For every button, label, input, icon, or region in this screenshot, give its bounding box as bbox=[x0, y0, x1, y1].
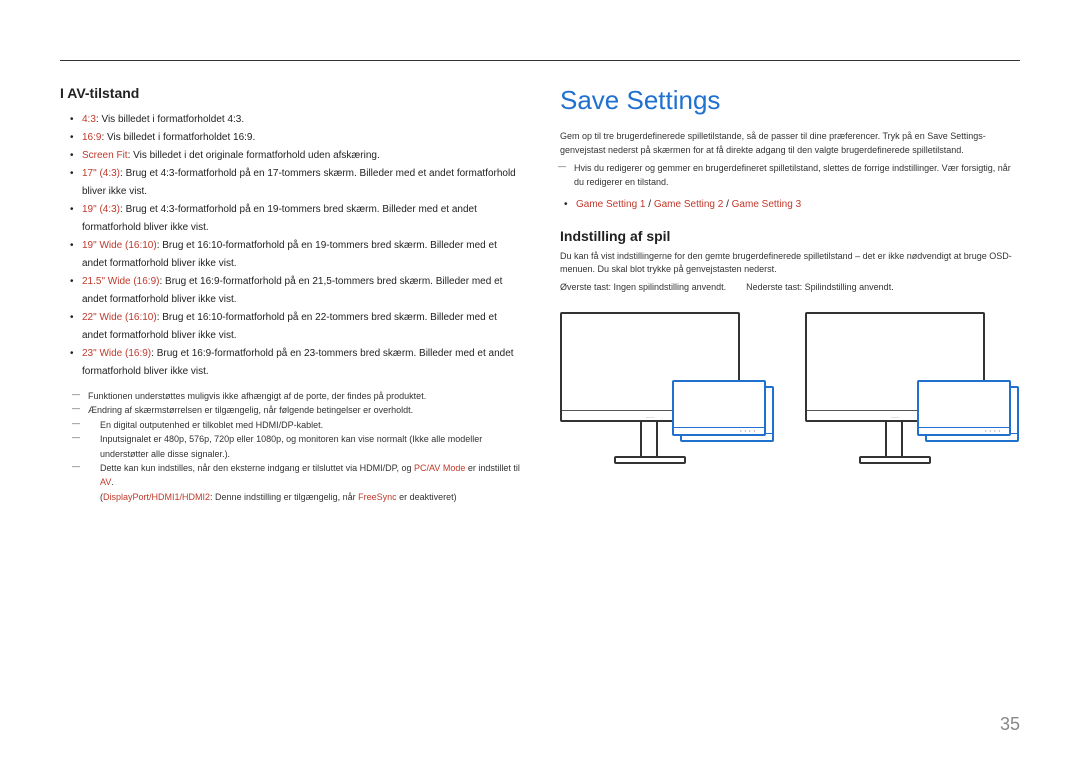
monitor-stand-neck bbox=[640, 422, 658, 458]
monitor-illustration: ——• • • • • • • • bbox=[805, 312, 1020, 482]
inline-option: PC/AV Mode bbox=[414, 463, 465, 473]
note: (DisplayPort/HDMI1/HDMI2: Denne indstill… bbox=[78, 490, 520, 504]
note: Inputsignalet er 480p, 576p, 720p eller … bbox=[78, 432, 520, 461]
left-heading: I AV-tilstand bbox=[60, 85, 520, 101]
list-item: 4:3: Vis billedet i formatforholdet 4:3. bbox=[70, 111, 520, 129]
body-sub: Nederste tast: Spilindstilling anvendt. bbox=[746, 282, 894, 292]
option-label: 21.5" Wide (16:9) bbox=[82, 276, 159, 287]
note-text: er deaktiveret) bbox=[397, 492, 457, 502]
option-label: 4:3 bbox=[82, 114, 96, 125]
option-label: Screen Fit bbox=[82, 150, 128, 161]
list-item: Screen Fit: Vis billedet i det originale… bbox=[70, 147, 520, 165]
option-label: 22" Wide (16:10) bbox=[82, 312, 157, 323]
list-item: 17" (4:3): Brug et 4:3-formatforhold på … bbox=[70, 165, 520, 201]
note-text: Dette kan kun indstilles, når den ekster… bbox=[100, 463, 414, 473]
page-number: 35 bbox=[1000, 714, 1020, 735]
inline-option: FreeSync bbox=[358, 492, 397, 502]
list-item: 21.5" Wide (16:9): Brug et 16:9-formatfo… bbox=[70, 273, 520, 309]
list-item: 19" Wide (16:10): Brug et 16:10-formatfo… bbox=[70, 237, 520, 273]
note: Ændring af skærmstørrelsen er tilgængeli… bbox=[78, 403, 520, 417]
inline-option: AV bbox=[100, 477, 111, 487]
settings-list: Game Setting 1 / Game Setting 2 / Game S… bbox=[560, 196, 1020, 214]
option-label: 19" Wide (16:10) bbox=[82, 240, 157, 251]
list-item: 19" (4:3): Brug et 4:3-formatforhold på … bbox=[70, 201, 520, 237]
monitor-stand-base bbox=[859, 456, 931, 464]
body-text: Øverste tast: Ingen spilindstilling anve… bbox=[560, 281, 1020, 295]
monitor-stand-neck bbox=[885, 422, 903, 458]
body-sub: Øverste tast: Ingen spilindstilling anve… bbox=[560, 282, 726, 292]
right-column: Save Settings Gem op til tre brugerdefin… bbox=[560, 85, 1020, 504]
option-label: Game Setting 2 bbox=[654, 199, 723, 210]
aspect-list: 4:3: Vis billedet i formatforholdet 4:3.… bbox=[60, 111, 520, 381]
intro-note: Hvis du redigerer og gemmer en brugerdef… bbox=[564, 161, 1020, 190]
option-desc: : Vis billedet i formatforholdet 16:9. bbox=[101, 132, 255, 143]
option-label: 17" (4:3) bbox=[82, 168, 120, 179]
note-text: . bbox=[111, 477, 114, 487]
columns: I AV-tilstand 4:3: Vis billedet i format… bbox=[60, 85, 1020, 504]
option-label: Game Setting 1 bbox=[576, 199, 645, 210]
notes-block: Funktionen understøttes muligvis ikke af… bbox=[60, 389, 520, 504]
option-desc: : Brug et 4:3-formatforhold på en 17-tom… bbox=[82, 168, 516, 197]
button-dots: • • • • bbox=[985, 428, 1001, 433]
option-label: 19" (4:3) bbox=[82, 204, 120, 215]
option-desc: : Brug et 4:3-formatforhold på en 19-tom… bbox=[82, 204, 477, 233]
note-text: er indstillet til bbox=[465, 463, 520, 473]
monitor-overlay-front: • • • • bbox=[917, 380, 1011, 436]
top-rule bbox=[60, 60, 1020, 61]
left-column: I AV-tilstand 4:3: Vis billedet i format… bbox=[60, 85, 520, 504]
note: Funktionen understøttes muligvis ikke af… bbox=[78, 389, 520, 403]
option-label: 23" Wide (16:9) bbox=[82, 348, 151, 359]
separator: / bbox=[645, 199, 653, 210]
settings-line: Game Setting 1 / Game Setting 2 / Game S… bbox=[564, 196, 1020, 214]
monitor-illustration: ——• • • • • • • • bbox=[560, 312, 775, 482]
sub-heading: Indstilling af spil bbox=[560, 228, 1020, 244]
note: En digital outputenhed er tilkoblet med … bbox=[78, 418, 520, 432]
brand-mark: —— bbox=[646, 414, 654, 419]
page-title: Save Settings bbox=[560, 85, 1020, 116]
option-desc: : Vis billedet i formatforholdet 4:3. bbox=[96, 114, 244, 125]
list-item: 16:9: Vis billedet i formatforholdet 16:… bbox=[70, 129, 520, 147]
option-label: Game Setting 3 bbox=[732, 199, 801, 210]
overlay-bezel: • • • • bbox=[919, 427, 1009, 434]
option-label: 16:9 bbox=[82, 132, 101, 143]
list-item: 22" Wide (16:10): Brug et 16:10-formatfo… bbox=[70, 309, 520, 345]
inline-option: DisplayPort/HDMI1/HDMI2 bbox=[103, 492, 210, 502]
list-item: 23" Wide (16:9): Brug et 16:9-formatforh… bbox=[70, 345, 520, 381]
brand-mark: —— bbox=[891, 414, 899, 419]
button-dots: • • • • bbox=[740, 428, 756, 433]
monitor-overlay-front: • • • • bbox=[672, 380, 766, 436]
option-desc: : Vis billedet i det originale formatfor… bbox=[128, 150, 380, 161]
illustration-row: ——• • • • • • • • ——• • • • • • • • bbox=[560, 312, 1020, 482]
monitor-stand-base bbox=[614, 456, 686, 464]
overlay-bezel: • • • • bbox=[674, 427, 764, 434]
body-text: Du kan få vist indstillingerne for den g… bbox=[560, 250, 1020, 277]
note: Dette kan kun indstilles, når den ekster… bbox=[78, 461, 520, 490]
separator: / bbox=[723, 199, 731, 210]
note-text: : Denne indstilling er tilgængelig, når bbox=[210, 492, 358, 502]
intro-text: Gem op til tre brugerdefinerede spilleti… bbox=[560, 130, 1020, 157]
